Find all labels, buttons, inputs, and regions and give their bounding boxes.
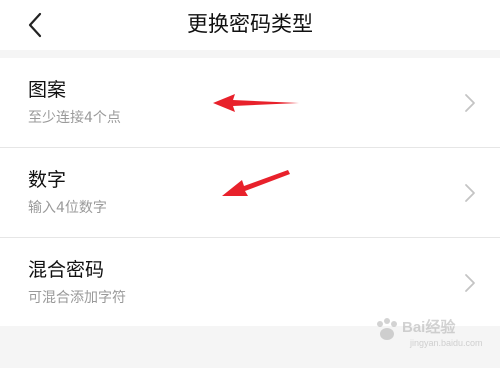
option-subtitle: 至少连接4个点 bbox=[28, 110, 121, 126]
chevron-right-icon bbox=[465, 274, 475, 292]
option-title: 数字 bbox=[28, 169, 67, 191]
option-title: 混合密码 bbox=[28, 259, 105, 281]
chevron-right-icon bbox=[465, 184, 475, 202]
header: 更换密码类型 bbox=[0, 0, 500, 50]
watermark-brand: Bai经验 bbox=[402, 319, 456, 336]
chevron-right-icon bbox=[465, 94, 475, 112]
option-subtitle: 输入4位数字 bbox=[28, 200, 107, 216]
option-pattern[interactable]: 图案 至少连接4个点 bbox=[0, 58, 500, 148]
password-type-list: 图案 至少连接4个点 数字 输入4位数字 混合密码 可混合添加字符 bbox=[0, 58, 500, 326]
page-title: 更换密码类型 bbox=[187, 12, 313, 36]
option-subtitle: 可混合添加字符 bbox=[28, 290, 126, 306]
paw-icon bbox=[377, 318, 397, 340]
screen: 更换密码类型 图案 至少连接4个点 数字 输入4位数字 混合密码 可混合添加字符 bbox=[0, 0, 500, 368]
watermark-url: jingyan.baidu.com bbox=[410, 338, 483, 348]
option-title: 图案 bbox=[28, 79, 67, 101]
option-digits[interactable]: 数字 输入4位数字 bbox=[0, 148, 500, 238]
watermark: Bai经验 jingyan.baidu.com bbox=[370, 310, 490, 354]
